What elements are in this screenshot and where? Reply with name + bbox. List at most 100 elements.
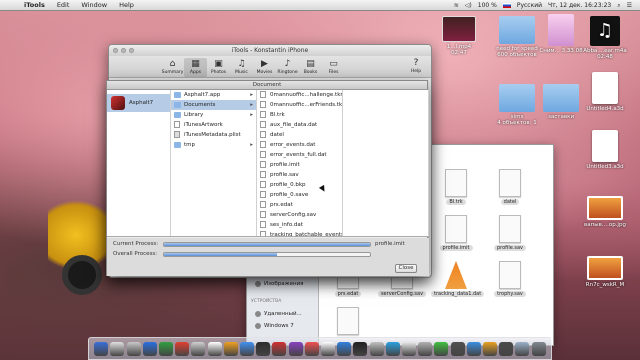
dock-app-icon[interactable]: [499, 341, 514, 356]
menu-edit[interactable]: Edit: [57, 1, 70, 9]
wifi-icon[interactable]: ≋: [454, 2, 459, 9]
notifications-icon[interactable]: ☰: [627, 2, 632, 9]
dock-app-icon[interactable]: [337, 341, 352, 356]
file-label: tracking_batchable_events...: [270, 232, 343, 236]
itools-titlebar[interactable]: iTools - Konstantin iPhone: [109, 45, 431, 56]
document-file-item[interactable]: profile_0.save: [257, 190, 342, 200]
dock-app-icon[interactable]: [158, 341, 173, 356]
dock-app-icon[interactable]: [239, 341, 254, 356]
document-file-item[interactable]: Bl.trk: [257, 110, 342, 120]
help-button[interactable]: ? Help: [407, 57, 425, 74]
app-item[interactable]: Asphalt7: [107, 94, 170, 112]
finder-file-item[interactable]: tracking_data1.dat: [431, 261, 485, 297]
dock-app-icon[interactable]: [353, 341, 368, 356]
dock-app-icon[interactable]: [450, 341, 465, 356]
toolbar-label: Books: [303, 70, 318, 75]
toolbar-ringtone-button[interactable]: ♪ Ringtone: [276, 58, 299, 77]
document-file-item[interactable]: profile.imit: [257, 160, 342, 170]
document-file-item[interactable]: tracking_batchable_events...: [257, 230, 342, 236]
finder-sidebar-item[interactable]: Удаленный...: [255, 311, 302, 317]
document-file-item[interactable]: datel: [257, 130, 342, 140]
desktop-icon-label: Rn7c_wskR_M: [585, 282, 625, 288]
dock-app-icon[interactable]: [175, 341, 190, 356]
finder-file-item[interactable]: profile.imit: [431, 215, 481, 251]
finder-sidebar-item[interactable]: Изображения: [255, 281, 303, 287]
toolbar-summary-button[interactable]: ⌂ Summary: [161, 58, 184, 77]
document-dialog[interactable]: Document Asphalt7 Asphalt7.app ▸ Documents…: [106, 80, 429, 276]
finder-file-item[interactable]: [323, 307, 373, 337]
dock-app-icon[interactable]: [126, 341, 141, 356]
toolbar-movies-button[interactable]: ▶ Movies: [253, 58, 276, 77]
dock-app-icon[interactable]: [401, 341, 416, 356]
document-file-item[interactable]: profile_0.bkp: [257, 180, 342, 190]
finder-sidebar-item[interactable]: Windows 7: [255, 323, 294, 329]
clock[interactable]: Чт, 12 дек. 16:23:23: [548, 2, 611, 9]
document-file-item[interactable]: error_events_full.dat: [257, 150, 342, 160]
dock-app-icon[interactable]: [94, 341, 109, 356]
folder-item[interactable]: Asphalt7.app ▸: [171, 90, 256, 100]
toolbar-apps-button[interactable]: ▦ Apps: [184, 58, 207, 77]
desktop-icon[interactable]: Untitled3.a3d: [578, 130, 632, 170]
document-file-item[interactable]: 0mannuoffic...erFriends.tkr: [257, 100, 342, 110]
dock-app-icon[interactable]: [256, 341, 271, 356]
folder-item[interactable]: iTunesMetadata.plist: [171, 130, 256, 140]
document-file-item[interactable]: ses_info.dat: [257, 220, 342, 230]
toolbar-photos-button[interactable]: ▣ Photos: [207, 58, 230, 77]
desktop-icon[interactable]: вапыв....op.jpg: [578, 196, 632, 228]
menu-itools[interactable]: iTools: [24, 1, 45, 9]
dock-app-icon[interactable]: [272, 341, 287, 356]
finder-file-item[interactable]: profile.sav: [485, 215, 535, 251]
toolbar-music-button[interactable]: ♫ Music: [230, 58, 253, 77]
desktop-icon[interactable]: Rn7c_wskR_M: [578, 256, 632, 288]
language-flag-icon[interactable]: [502, 3, 511, 8]
dock-app-icon[interactable]: [288, 341, 303, 356]
document-file-item[interactable]: error_events.dat: [257, 140, 342, 150]
dock-app-icon[interactable]: [385, 341, 400, 356]
dock-app-icon[interactable]: [482, 341, 497, 356]
document-file-item[interactable]: aux_file_data.dat: [257, 120, 342, 130]
document-file-item[interactable]: profile.sav: [257, 170, 342, 180]
dock-app-icon[interactable]: [369, 341, 384, 356]
toolbar-files-button[interactable]: ▭ Files: [322, 58, 345, 77]
folder-item[interactable]: tmp ▸: [171, 140, 256, 150]
finder-file-item[interactable]: datel: [485, 169, 535, 205]
dock-app-icon[interactable]: [434, 341, 449, 356]
close-window-button[interactable]: [113, 48, 118, 53]
menu-window[interactable]: Window: [81, 1, 107, 9]
volume-icon[interactable]: ◁): [465, 2, 472, 9]
document-file-item[interactable]: prs.edat: [257, 200, 342, 210]
document-file-item[interactable]: serverConfig.sav: [257, 210, 342, 220]
finder-file-item[interactable]: Bl.trk: [431, 169, 481, 205]
language-label[interactable]: Русский: [517, 2, 542, 9]
document-icon: [445, 169, 467, 197]
dock-app-icon[interactable]: [207, 341, 222, 356]
spotlight-icon[interactable]: ⌕: [617, 2, 620, 10]
dock-app-icon[interactable]: [515, 341, 530, 356]
desktop-icon[interactable]: 1...l.mp4 02:47: [432, 16, 486, 56]
dock-app-icon[interactable]: [142, 341, 157, 356]
document-icon: [499, 261, 521, 289]
minimize-window-button[interactable]: [121, 48, 126, 53]
dock-app-icon[interactable]: [223, 341, 238, 356]
desktop-icon[interactable]: ♫ Abba....ear.m4a 02:48: [578, 16, 632, 60]
dock-app-icon[interactable]: [304, 341, 319, 356]
dock-app-icon[interactable]: [320, 341, 335, 356]
dock-app-icon[interactable]: [531, 341, 546, 356]
finder-file-item[interactable]: trophy.sav: [485, 261, 535, 297]
dock-app-icon[interactable]: [466, 341, 481, 356]
folder-item[interactable]: Documents ▸: [171, 100, 256, 110]
finder-file-label: trophy.sav: [494, 291, 526, 297]
zoom-window-button[interactable]: [129, 48, 134, 53]
folder-item[interactable]: Library ▸: [171, 110, 256, 120]
toolbar-books-button[interactable]: ▤ Books: [299, 58, 322, 77]
file-label: error_events_full.dat: [270, 152, 327, 158]
document-file-item[interactable]: 0mannuoffic...hallenge.tkr: [257, 90, 342, 100]
dock-app-icon[interactable]: [191, 341, 206, 356]
dock-app-icon[interactable]: [418, 341, 433, 356]
close-button[interactable]: Close: [395, 264, 417, 273]
dock-app-icon[interactable]: [110, 341, 125, 356]
menu-help[interactable]: Help: [119, 1, 134, 9]
folder-item[interactable]: iTunesArtwork: [171, 120, 256, 130]
battery-status[interactable]: 100 %: [478, 2, 497, 9]
desktop-icon[interactable]: Untitled4.a3d: [578, 72, 632, 112]
